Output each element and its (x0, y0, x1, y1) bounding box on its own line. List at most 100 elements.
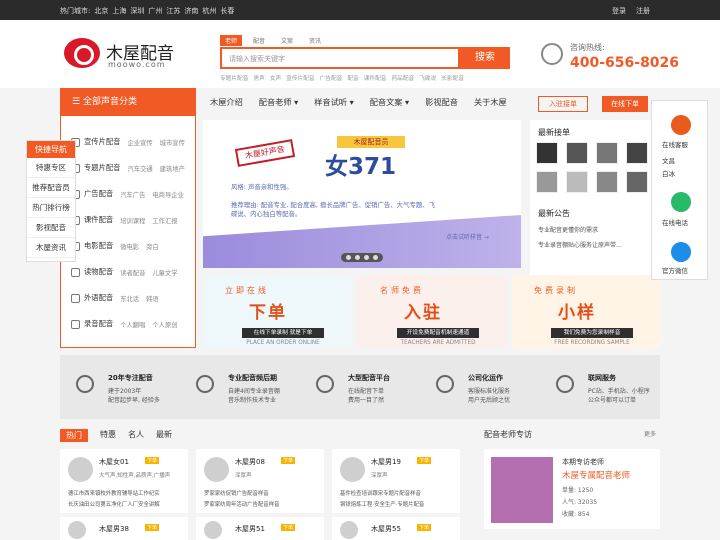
sidebar-sub[interactable]: 旁白 (146, 242, 159, 251)
order-tag[interactable]: 下单 (145, 457, 160, 464)
sample-promo-card[interactable]: 免费录制 小样 我们免费为您录制样音 FREE RECORDING SAMPLE (512, 275, 660, 348)
order-avatar[interactable] (566, 171, 588, 193)
order-promo-card[interactable]: 立即在线 下单 在线下单录制 就是下单 PLACE AN ORDER ONLIN… (203, 275, 351, 348)
sidebar-sub[interactable]: 汽车广告 (120, 190, 145, 199)
hot-keyword[interactable]: 男声 (253, 73, 264, 82)
logo-icon[interactable] (64, 38, 100, 68)
nav-item[interactable]: 配音老师 ▾ (259, 96, 298, 108)
hot-keyword[interactable]: 药品配音 (392, 73, 415, 82)
teacher-avatar[interactable] (340, 457, 365, 482)
feature-card[interactable]: 专业配音频后期 自建4间专业录音棚 音乐制作技术专业 (180, 355, 300, 419)
sidebar-item-promo[interactable]: 宣传片配音 企业宣传 城市宣传 (71, 132, 185, 152)
sample-link[interactable]: 德江市西来镇校外教育辅导站工作纪实 (68, 489, 160, 497)
order-avatar[interactable] (626, 171, 648, 193)
nav-item[interactable]: 影视配音 (425, 96, 458, 108)
sidebar-sub[interactable]: 建筑地产 (160, 164, 185, 173)
tab-latest[interactable]: 最新 (156, 429, 172, 442)
city-link[interactable]: 江苏 (166, 6, 180, 16)
hot-keyword[interactable]: 广告配音 (320, 73, 343, 82)
teacher-card[interactable]: 木屋女01 下单 大气声,知性声,品质声,广播声 德江市西来镇校外教育辅导站工作… (60, 449, 188, 513)
quicknav-item[interactable]: 热门排行榜 (27, 198, 75, 218)
order-avatar[interactable] (596, 142, 618, 164)
online-phone-label[interactable]: 在线电话 (662, 217, 688, 227)
tab-celebrity[interactable]: 名人 (128, 429, 144, 442)
order-avatar[interactable] (596, 171, 618, 193)
city-link[interactable]: 上海 (112, 6, 126, 16)
service-name[interactable]: 白冰 (662, 168, 675, 178)
sidebar-item-topic[interactable]: 专题片配音 汽车交通 建筑地产 (71, 158, 185, 178)
teacher-avatar[interactable] (68, 521, 86, 539)
tab-discount[interactable]: 特惠 (100, 429, 116, 442)
sidebar-item-courseware[interactable]: 课件配音 培训课程 工作汇报 (71, 210, 178, 230)
promo-button[interactable]: 我们免费为您录制样音 (551, 328, 633, 338)
hot-keyword[interactable]: 专题片配音 (220, 73, 248, 82)
nav-item[interactable]: 关于木屋 (474, 96, 507, 108)
online-order-button[interactable]: 在线下单 (602, 96, 648, 112)
nav-item[interactable]: 样音试听 ▾ (314, 96, 353, 108)
sidebar-item-recording[interactable]: 录音配音 个人翻唱 个人原创 (71, 314, 178, 334)
nav-item[interactable]: 配音文案 ▾ (370, 96, 409, 108)
sidebar-item-foreign[interactable]: 外语配音 东北话 韩语 (71, 288, 159, 308)
city-link[interactable]: 广州 (148, 6, 162, 16)
sidebar-sub[interactable]: 读者配音 (120, 268, 145, 277)
city-link[interactable]: 长春 (220, 6, 234, 16)
teacher-card[interactable]: 木屋男51 下单 (196, 517, 324, 540)
order-avatar[interactable] (626, 142, 648, 164)
feature-card[interactable]: 20年专注配音 建于2003年 配音起步早, 经验多 (60, 355, 180, 419)
order-avatar[interactable] (536, 142, 558, 164)
service-name[interactable]: 文昌 (662, 155, 675, 165)
hot-keyword[interactable]: 宣传片配音 (286, 73, 314, 82)
teacher-card[interactable]: 木屋男19 下单 深厚声 基件检查培训跟宋专题片配音样音 钢铁熔炼工程·安全生产… (332, 449, 460, 513)
order-avatar[interactable] (566, 142, 588, 164)
quicknav-item[interactable]: 特惠专区 (27, 158, 75, 178)
hot-keyword[interactable]: 课件配音 (364, 73, 387, 82)
sidebar-sub[interactable]: 企业宣传 (127, 138, 152, 147)
hot-keyword[interactable]: 飞碟说 (419, 73, 436, 82)
wechat-icon[interactable] (671, 242, 691, 262)
order-tag[interactable]: 下单 (145, 524, 160, 531)
search-tab-teacher[interactable]: 老师 (220, 35, 243, 46)
teacher-card[interactable]: 木屋男55 下单 (332, 517, 460, 540)
all-categories-title[interactable]: ☰ 全部声音分类 (60, 88, 196, 116)
search-tab-copy[interactable]: 文案 (276, 35, 298, 46)
carousel-dot[interactable] (346, 255, 351, 260)
sidebar-sub[interactable]: 电商导企业 (152, 190, 183, 199)
teacher-name[interactable]: 木屋男51 (235, 524, 265, 534)
feature-card[interactable]: 大型配音平台 在线配音下单 费用一目了然 (300, 355, 420, 419)
hotline-number[interactable]: 400-656-8026 (570, 55, 679, 71)
order-tag[interactable]: 下单 (281, 524, 296, 531)
order-tag[interactable]: 下单 (417, 524, 432, 531)
sample-link[interactable]: 钢铁熔炼工程·安全生产·专题片配音 (340, 500, 424, 508)
expert-card[interactable]: 本期专访老师 木屋专属配音老师 单量: 1250 人气: 32035 收藏: 8… (484, 449, 660, 529)
teacher-name[interactable]: 木屋女01 (99, 457, 129, 467)
city-link[interactable]: 深圳 (130, 6, 144, 16)
order-tag[interactable]: 下单 (281, 457, 296, 464)
sidebar-sub[interactable]: 儿童文学 (152, 268, 177, 277)
sidebar-sub[interactable]: 东北话 (120, 294, 139, 303)
order-avatar[interactable] (536, 171, 558, 193)
city-link[interactable]: 北京 (94, 6, 108, 16)
teacher-name[interactable]: 木屋男55 (371, 524, 401, 534)
sidebar-sub[interactable]: 培训课程 (120, 216, 145, 225)
quicknav-item[interactable]: 影视配音 (27, 218, 75, 238)
sample-link[interactable]: 罗家家纺促销广告配音样音 (204, 489, 269, 497)
hot-keyword[interactable]: 配音 (347, 73, 358, 82)
teacher-avatar[interactable] (204, 457, 229, 482)
headset-icon[interactable] (671, 192, 691, 212)
expert-title[interactable]: 木屋专属配音老师 (562, 469, 630, 481)
teacher-avatar[interactable] (68, 457, 93, 482)
sidebar-item-film[interactable]: 电影配音 微电影 旁白 (71, 236, 159, 256)
carousel-dot[interactable] (364, 255, 369, 260)
search-tab-dubbing[interactable]: 配音 (248, 35, 270, 46)
feature-card[interactable]: 联网服务 PC站、手机站、小程序 公众号都可以订单 (540, 355, 660, 419)
city-link[interactable]: 杭州 (202, 6, 216, 16)
expert-photo[interactable] (491, 457, 553, 523)
sidebar-sub[interactable]: 微电影 (120, 242, 139, 251)
expert-more-link[interactable]: 更多 (644, 429, 656, 438)
sidebar-sub[interactable]: 汽车交通 (127, 164, 152, 173)
sidebar-sub[interactable]: 城市宣传 (160, 138, 185, 147)
notice-link[interactable]: 专业配音更懂你的需求 (538, 225, 598, 234)
search-tab-news[interactable]: 资讯 (304, 35, 326, 46)
carousel-dot[interactable] (355, 255, 360, 260)
register-link[interactable]: 注册 (636, 6, 650, 16)
